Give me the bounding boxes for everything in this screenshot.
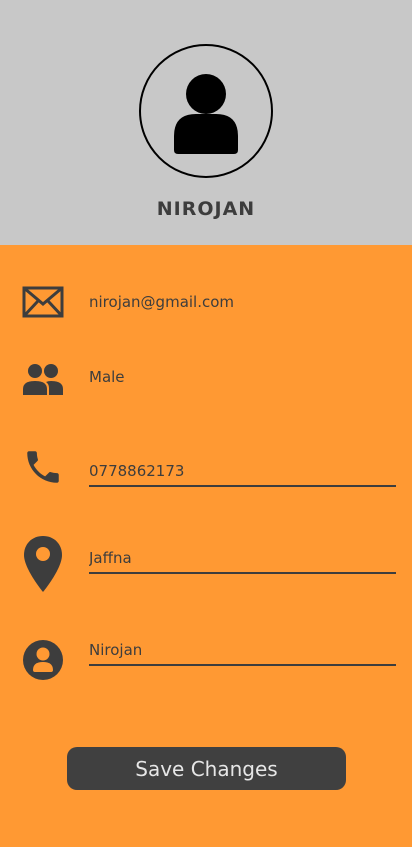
phone-icon [22, 446, 64, 488]
account-circle-icon [22, 639, 64, 681]
people-icon [22, 362, 64, 396]
avatar [139, 44, 273, 178]
save-changes-button[interactable]: Save Changes [67, 747, 346, 790]
person-icon [174, 74, 238, 154]
phone-field[interactable] [89, 459, 396, 487]
location-field[interactable] [89, 546, 396, 574]
profile-header: NIROJAN [0, 0, 412, 245]
location-pin-icon [22, 534, 64, 594]
profile-name: NIROJAN [156, 198, 256, 220]
envelope-icon [22, 286, 64, 318]
phone-input[interactable] [89, 459, 396, 483]
gender-value: Male [89, 368, 125, 386]
email-value: nirojan@gmail.com [89, 293, 235, 311]
username-field[interactable] [89, 638, 396, 666]
username-input[interactable] [89, 638, 396, 662]
location-input[interactable] [89, 546, 396, 570]
